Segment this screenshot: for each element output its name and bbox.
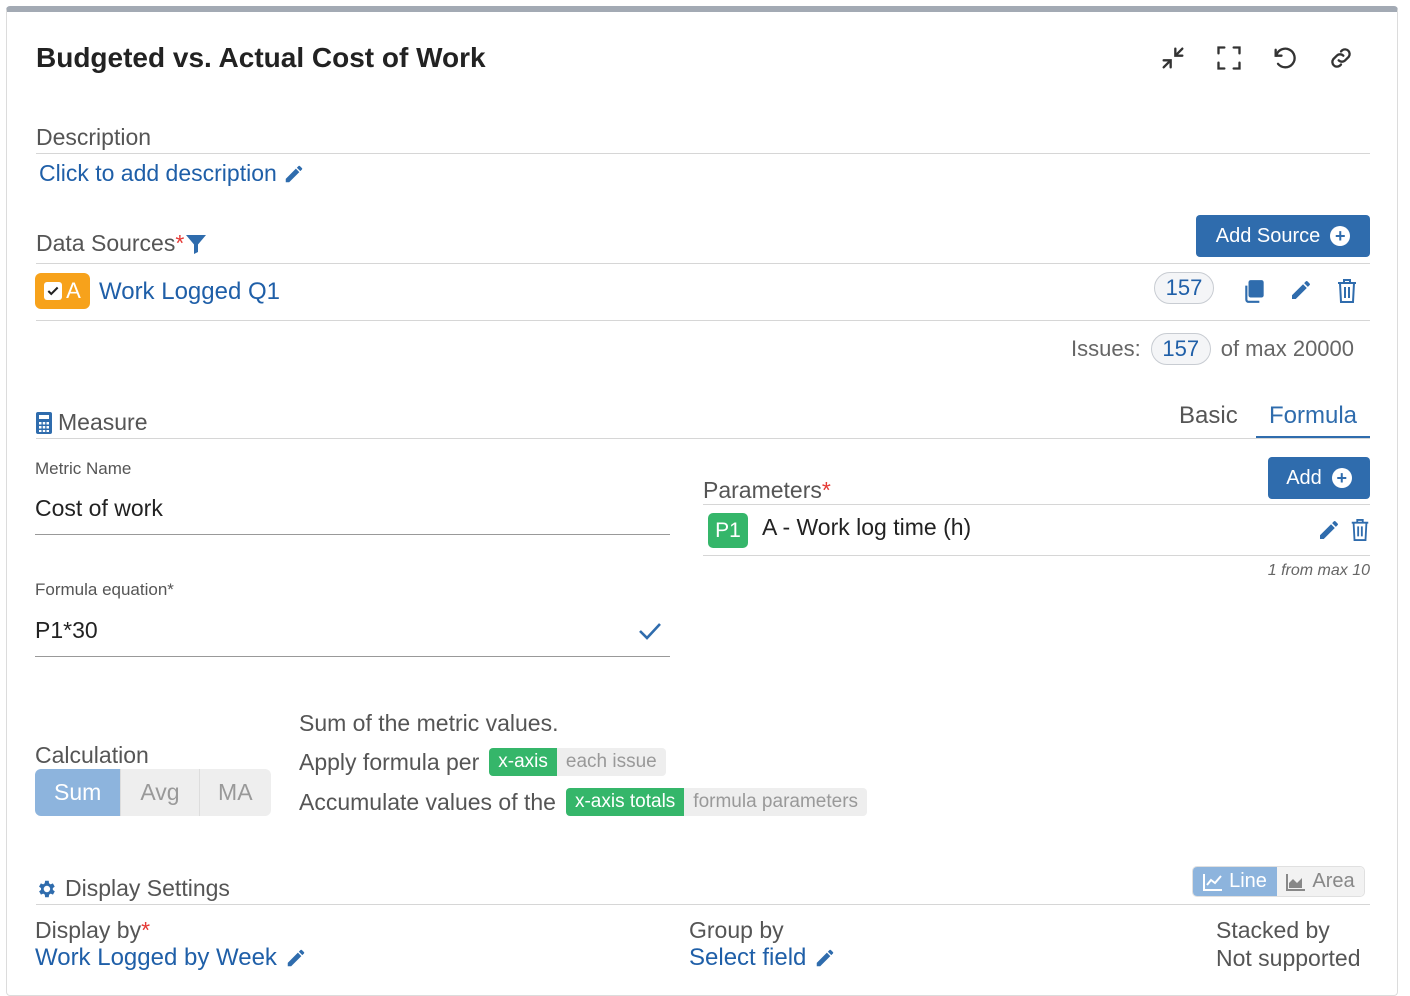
required-mark: * <box>821 477 831 503</box>
add-source-button[interactable]: Add Source + <box>1196 215 1370 257</box>
display-by-field[interactable]: Work Logged by Week <box>35 944 307 972</box>
metric-name-label: Metric Name <box>35 459 132 478</box>
calculation-label: Calculation <box>35 742 149 768</box>
page-title: Budgeted vs. Actual Cost of Work <box>36 42 486 73</box>
pencil-icon <box>817 949 834 967</box>
display-by-value: Work Logged by Week <box>35 944 277 971</box>
fullscreen-icon[interactable] <box>1215 44 1245 74</box>
add-description-text: Click to add description <box>39 160 277 186</box>
apply-formula-row: Apply formula per x-axis each issue <box>299 748 666 776</box>
data-sources-text: Data Sources <box>36 230 176 256</box>
plus-circle-icon: + <box>1331 468 1352 488</box>
add-description-link[interactable]: Click to add description <box>39 160 305 187</box>
chart-type-toggle: Line Area <box>1192 866 1365 897</box>
chart-type-line[interactable]: Line <box>1193 867 1277 896</box>
parameters-label: Parameters* <box>703 477 831 504</box>
source-badge[interactable]: A <box>35 273 90 309</box>
add-parameter-button[interactable]: Add + <box>1268 457 1370 499</box>
formula-equation-label: Formula equation* <box>35 580 174 599</box>
issues-summary: Issues: 157 of max 20000 <box>1071 333 1354 365</box>
formula-valid-check-icon <box>637 620 663 647</box>
group-by-label: Group by <box>689 917 784 943</box>
description-label: Description <box>36 124 152 150</box>
issues-max: of max 20000 <box>1220 336 1355 361</box>
parameter-badge: P1 <box>708 513 748 548</box>
formula-equation-input[interactable]: P1*30 <box>35 617 98 644</box>
plus-circle-icon: + <box>1330 226 1351 246</box>
issues-count-badge: 157 <box>1150 333 1211 365</box>
required-mark: * <box>175 230 185 256</box>
apply-option-each-issue[interactable]: each issue <box>556 748 666 776</box>
parameter-limit: 1 from max 10 <box>1267 562 1370 579</box>
filter-icon[interactable] <box>184 232 208 256</box>
source-count-badge: 157 <box>1154 272 1214 304</box>
calc-option-sum[interactable]: Sum <box>35 769 121 816</box>
pencil-icon <box>287 949 305 967</box>
edit-parameter-icon[interactable] <box>1317 518 1341 547</box>
stacked-by-label: Stacked by <box>1216 917 1330 943</box>
accumulate-option-x-axis-totals[interactable]: x-axis totals <box>565 788 685 816</box>
calculator-icon <box>36 411 52 434</box>
line-chart-icon <box>1203 873 1223 891</box>
calculation-segmented-control: Sum Avg MA <box>35 769 271 816</box>
calculation-summary: Sum of the metric values. <box>299 710 559 736</box>
checkbox-checked-icon[interactable] <box>44 282 63 300</box>
chart-type-area[interactable]: Area <box>1277 867 1364 896</box>
issues-label: Issues: <box>1071 336 1141 361</box>
edit-source-icon[interactable] <box>1289 278 1313 307</box>
display-by-text: Display by <box>35 917 142 943</box>
link-icon[interactable] <box>1327 44 1357 74</box>
apply-formula-text: Apply formula per <box>299 748 480 775</box>
data-sources-label: Data Sources * <box>36 230 208 257</box>
group-by-field[interactable]: Select field <box>689 944 836 972</box>
display-by-label: Display by* <box>35 917 150 944</box>
accumulate-row: Accumulate values of the x-axis totals fo… <box>299 788 868 816</box>
add-source-label: Add Source <box>1215 224 1321 247</box>
delete-source-icon[interactable] <box>1335 278 1359 309</box>
accumulate-option-formula-parameters[interactable]: formula parameters <box>684 788 868 816</box>
reset-icon[interactable] <box>1271 44 1301 74</box>
gear-icon <box>39 880 55 897</box>
display-settings-label: Display Settings <box>35 875 230 902</box>
pencil-icon <box>285 165 303 182</box>
widget-panel <box>6 6 1398 996</box>
add-parameter-label: Add <box>1286 466 1322 489</box>
source-letter: A <box>66 278 81 303</box>
minimize-icon[interactable] <box>1159 44 1189 74</box>
area-chart-icon <box>1286 873 1306 891</box>
display-settings-text: Display Settings <box>65 875 230 901</box>
accumulate-toggle: x-axis totals formula parameters <box>565 788 868 816</box>
copy-icon[interactable] <box>1242 278 1268 309</box>
metric-name-input[interactable]: Cost of work <box>35 495 163 522</box>
delete-parameter-icon[interactable] <box>1349 518 1371 547</box>
apply-option-x-axis[interactable]: x-axis <box>489 748 557 776</box>
tab-basic[interactable]: Basic <box>1179 402 1238 430</box>
apply-formula-toggle: x-axis each issue <box>489 748 666 776</box>
source-name-link[interactable]: Work Logged Q1 <box>99 278 280 306</box>
chart-type-area-label: Area <box>1312 870 1355 892</box>
accumulate-text: Accumulate values of the <box>299 788 556 815</box>
tab-formula[interactable]: Formula <box>1256 402 1370 439</box>
measure-text: Measure <box>58 409 148 435</box>
required-mark: * <box>141 917 151 943</box>
group-by-value: Select field <box>689 944 807 971</box>
calc-option-ma[interactable]: MA <box>198 769 271 816</box>
stacked-by-value: Not supported <box>1216 945 1361 971</box>
parameters-text: Parameters <box>703 477 822 503</box>
calc-option-avg[interactable]: Avg <box>120 769 199 816</box>
parameter-name: A - Work log time (h) <box>762 514 972 540</box>
chart-type-line-label: Line <box>1229 870 1267 892</box>
measure-label: Measure <box>36 409 147 436</box>
